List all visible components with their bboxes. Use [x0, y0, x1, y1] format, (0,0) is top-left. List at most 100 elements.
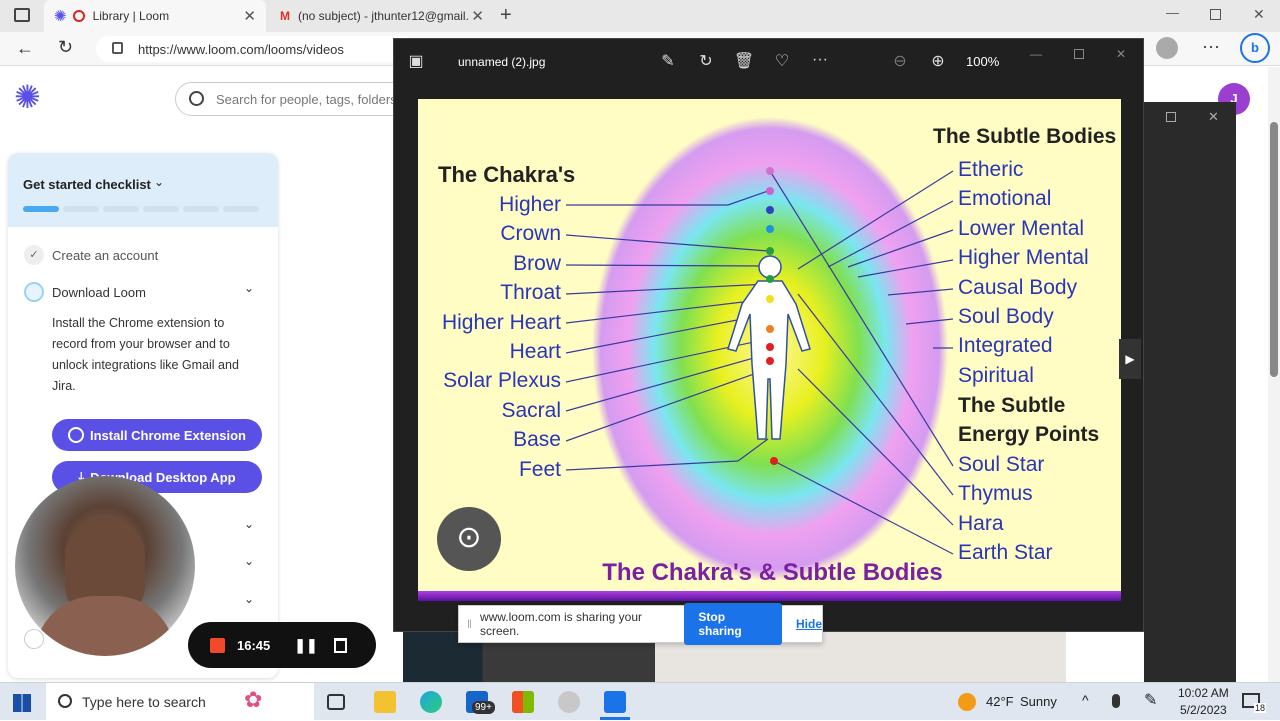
tab-gmail[interactable]: M (no subject) - jthunter12@gmail. ✕ — [270, 0, 494, 32]
search-icon — [189, 91, 204, 106]
chakra-dot — [766, 325, 774, 333]
chakra-label: Sacral — [501, 398, 561, 422]
close-icon[interactable]: ✕ — [1116, 47, 1126, 61]
install-chrome-extension-button[interactable]: Install Chrome Extension — [52, 419, 262, 451]
profile-icon[interactable] — [1156, 37, 1178, 59]
close-tab-icon[interactable]: ✕ — [243, 7, 256, 25]
progress-segment — [223, 206, 259, 212]
subtle-body-label: Higher Mental — [958, 246, 1089, 270]
chakra-dot — [766, 275, 774, 283]
taskbar-search-placeholder: Type here to search — [82, 694, 206, 710]
checklist-header[interactable]: Get started checklist ⌄ — [8, 153, 278, 227]
maximize-icon[interactable] — [1074, 49, 1084, 59]
gmail-favicon-icon: M — [280, 9, 290, 23]
store-icon[interactable] — [512, 691, 534, 713]
task-view-icon[interactable] — [327, 694, 345, 710]
vertical-scrollbar[interactable] — [1268, 67, 1280, 682]
zoom-out-icon[interactable]: ⊖ — [888, 51, 912, 71]
recording-controls: 16:45 ❚❚ — [188, 622, 376, 668]
chakra-label: Higher — [499, 193, 561, 216]
energy-point-label: Thymus — [958, 482, 1033, 506]
close-icon[interactable]: ✕ — [1208, 109, 1219, 125]
more-menu-icon[interactable]: ··· — [1202, 36, 1220, 57]
subtle-body-label: Integrated — [958, 334, 1053, 358]
minimize-icon[interactable]: — — [1030, 47, 1042, 61]
tab-loom-library[interactable]: ✺ Library | Loom ✕ — [44, 0, 266, 32]
edge-icon[interactable] — [420, 691, 442, 713]
chakra-label: Higher Heart — [441, 310, 561, 334]
refresh-icon[interactable]: ↻ — [58, 37, 73, 58]
chakra-dot — [766, 206, 774, 214]
tab-actions-icon[interactable] — [14, 8, 30, 22]
drag-handle-icon[interactable]: ‖ — [467, 617, 472, 631]
loom-logo-icon[interactable]: ✺ — [14, 81, 41, 113]
chakra-label: Crown — [500, 222, 561, 246]
delete-icon[interactable]: 🗑 — [732, 51, 756, 71]
start-icon[interactable] — [13, 694, 31, 712]
microphone-icon[interactable] — [1112, 694, 1120, 708]
subtle-body-label: Causal Body — [958, 275, 1078, 299]
clock-time: 10:02 AM — [1178, 686, 1229, 700]
chevron-down-icon[interactable]: ⌄ — [244, 281, 254, 295]
mail-badge: 99+ — [472, 701, 495, 714]
chakra-label: Solar Plexus — [443, 369, 561, 393]
chevron-down-icon[interactable]: ⌄ — [244, 592, 254, 606]
flowers-icon: ✿ — [244, 687, 263, 712]
close-tab-icon[interactable]: ✕ — [471, 7, 484, 25]
checklist-item-create-account[interactable]: Create an account — [52, 248, 158, 263]
taskbar-search[interactable]: Type here to search ✿ — [46, 683, 314, 721]
hide-button[interactable]: Hide — [796, 617, 822, 631]
zoom-in-icon[interactable]: ⊕ — [926, 51, 950, 71]
app-icon[interactable] — [558, 691, 580, 713]
progress-segment — [23, 206, 59, 212]
chakra-dot — [766, 225, 774, 233]
address-bar[interactable]: https://www.loom.com/looms/videos — [96, 36, 416, 62]
search-input[interactable]: Search for people, tags, folders — [175, 82, 415, 116]
file-explorer-icon[interactable] — [374, 691, 396, 713]
back-icon[interactable]: ← — [16, 38, 34, 59]
recording-timer: 16:45 — [237, 637, 271, 653]
chakra-label: Brow — [513, 251, 561, 275]
chakra-label: Base — [513, 428, 561, 452]
stop-sharing-button[interactable]: Stop sharing — [684, 603, 782, 645]
stop-recording-button[interactable] — [210, 637, 225, 653]
subtle-body-label: Etheric — [958, 158, 1024, 181]
restore-icon[interactable] — [1210, 9, 1221, 20]
chakra-dot — [766, 187, 774, 195]
viewer-titlebar: ▣ unnamed (2).jpg ✎ ↻ 🗑 ♡ ··· ⊖ ⊕ 100% —… — [394, 39, 1145, 85]
next-image-icon[interactable]: ▶ — [1119, 339, 1141, 379]
chakra-label: Feet — [518, 457, 561, 481]
webcam-bubble[interactable] — [15, 476, 195, 656]
screen-share-bar: ‖ www.loom.com is sharing your screen. S… — [458, 603, 823, 645]
photos-icon[interactable] — [604, 691, 626, 713]
favorite-icon[interactable]: ♡ — [770, 51, 794, 71]
new-tab-icon[interactable]: + — [500, 4, 512, 27]
progress-segment — [183, 206, 219, 212]
edit-icon[interactable]: ✎ — [656, 51, 680, 71]
close-window-icon[interactable]: ✕ — [1253, 6, 1265, 23]
chevron-up-icon[interactable]: ^ — [1082, 692, 1089, 708]
chevron-down-icon[interactable]: ⌄ — [244, 517, 254, 531]
trash-icon[interactable] — [333, 637, 347, 653]
person-body — [35, 596, 175, 656]
restore-icon[interactable] — [1166, 112, 1176, 122]
tab-title: (no subject) - jthunter12@gmail. — [298, 9, 469, 23]
energy-title-line-1: The Subtle — [958, 394, 1066, 417]
chevron-down-icon[interactable]: ⌄ — [244, 554, 254, 568]
more-icon[interactable]: ··· — [808, 51, 832, 69]
energy-point-label-list: Soul Star Thymus Hara Earth Star — [958, 450, 1053, 568]
checklist-title: Get started checklist — [23, 177, 151, 192]
chakra-dot — [766, 167, 774, 175]
bing-icon[interactable]: b — [1240, 33, 1270, 63]
weather-icon[interactable] — [958, 693, 976, 711]
pen-icon[interactable]: ✎ — [1144, 690, 1157, 710]
tab-title: Library | Loom — [92, 9, 170, 23]
minimize-icon[interactable]: — — [1166, 5, 1179, 20]
lens-icon[interactable]: ⊙ — [437, 507, 501, 571]
checklist-item-download-loom[interactable]: Download Loom — [52, 285, 146, 300]
scroll-thumb[interactable] — [1270, 122, 1278, 377]
rotate-icon[interactable]: ↻ — [694, 51, 718, 71]
pause-icon[interactable]: ❚❚ — [294, 637, 317, 654]
zoom-level: 100% — [966, 54, 1000, 69]
gallery-icon[interactable]: ▣ — [404, 51, 428, 71]
